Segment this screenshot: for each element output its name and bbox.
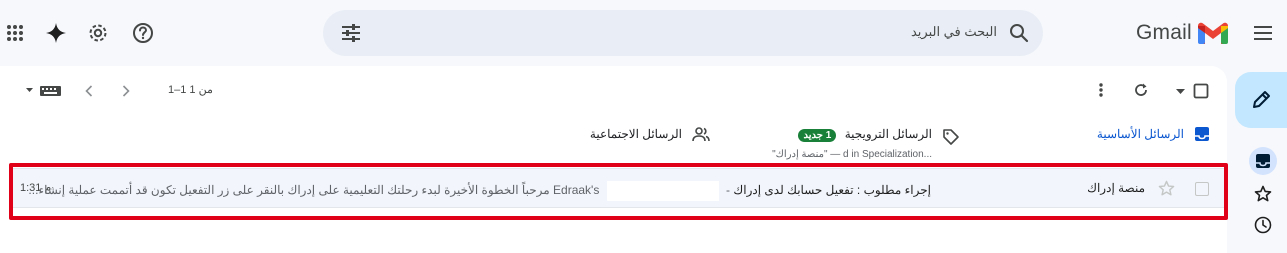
tab-social-label: الرسائل الاجتماعية bbox=[589, 127, 682, 141]
inbox-icon bbox=[1195, 127, 1209, 141]
starred-nav-icon[interactable] bbox=[1249, 180, 1277, 208]
email-checkbox[interactable] bbox=[1195, 182, 1209, 196]
email-sender: منصة إدراك bbox=[1087, 181, 1145, 195]
refresh-icon[interactable] bbox=[1129, 78, 1153, 102]
mail-panel: 1–1 من 1 الرسائل الأساسية الرسائل التروي… bbox=[0, 66, 1227, 253]
top-bar: Gmail البحث في البريد bbox=[0, 0, 1287, 66]
tab-social[interactable]: الرسائل الاجتماعية bbox=[580, 116, 710, 160]
more-options-icon[interactable] bbox=[1090, 78, 1112, 102]
search-bar[interactable]: البحث في البريد bbox=[323, 10, 1043, 56]
active-tab-indicator bbox=[1080, 164, 1227, 167]
tag-icon bbox=[943, 129, 959, 145]
settings-icon[interactable] bbox=[80, 15, 116, 51]
gemini-icon[interactable] bbox=[38, 15, 74, 51]
search-icon[interactable] bbox=[1009, 23, 1029, 43]
select-dropdown-icon[interactable] bbox=[1173, 80, 1187, 102]
tab-promotions-preview: "منصة إدراك" — d in Specialization... bbox=[772, 149, 932, 160]
gmail-logo[interactable]: Gmail bbox=[1136, 18, 1228, 48]
email-preview: مرحباً الخطوة الأخيرة لبدء رحلتك التعليم… bbox=[28, 183, 550, 198]
redacted-block bbox=[606, 181, 719, 201]
search-input[interactable]: البحث في البريد bbox=[911, 24, 997, 40]
older-page-icon[interactable] bbox=[116, 80, 136, 102]
search-options-icon[interactable] bbox=[341, 23, 361, 43]
menu-icon[interactable] bbox=[1245, 15, 1281, 51]
tab-primary[interactable]: الرسائل الأساسية bbox=[1090, 116, 1210, 160]
email-row[interactable]: 1:31 م إجراء مطلوب : تفعيل حسابك لدى إدر… bbox=[12, 168, 1227, 208]
compose-button[interactable] bbox=[1235, 72, 1287, 128]
snoozed-nav-icon[interactable] bbox=[1249, 211, 1277, 239]
tab-promotions[interactable]: الرسائل الترويجية 1 جديد "منصة إدراك" — … bbox=[735, 116, 960, 160]
subject-separator: - bbox=[726, 183, 731, 198]
pencil-icon bbox=[1253, 91, 1270, 108]
email-subject: إجراء مطلوب : تفعيل حسابك لدى إدراك bbox=[733, 183, 931, 198]
apps-icon[interactable] bbox=[0, 15, 33, 51]
inbox-nav-icon[interactable] bbox=[1249, 147, 1277, 175]
gmail-m-icon bbox=[1197, 22, 1228, 44]
email-preview-brand: Edraak's bbox=[553, 183, 600, 198]
new-badge: 1 جديد bbox=[798, 129, 837, 142]
people-icon bbox=[692, 127, 710, 142]
select-all-checkbox[interactable] bbox=[1190, 80, 1212, 102]
tab-promotions-label: الرسائل الترويجية bbox=[844, 127, 932, 141]
pagination-text: 1–1 من 1 bbox=[168, 84, 213, 96]
help-icon[interactable] bbox=[125, 15, 161, 51]
star-icon[interactable] bbox=[1158, 180, 1175, 197]
newer-page-icon[interactable] bbox=[79, 80, 99, 102]
tab-primary-label: الرسائل الأساسية bbox=[1096, 127, 1184, 141]
input-tools-button[interactable] bbox=[24, 80, 64, 102]
email-snippet[interactable]: إجراء مطلوب : تفعيل حسابك لدى إدراك - Ed… bbox=[28, 181, 931, 201]
logo-text: Gmail bbox=[1136, 21, 1192, 44]
